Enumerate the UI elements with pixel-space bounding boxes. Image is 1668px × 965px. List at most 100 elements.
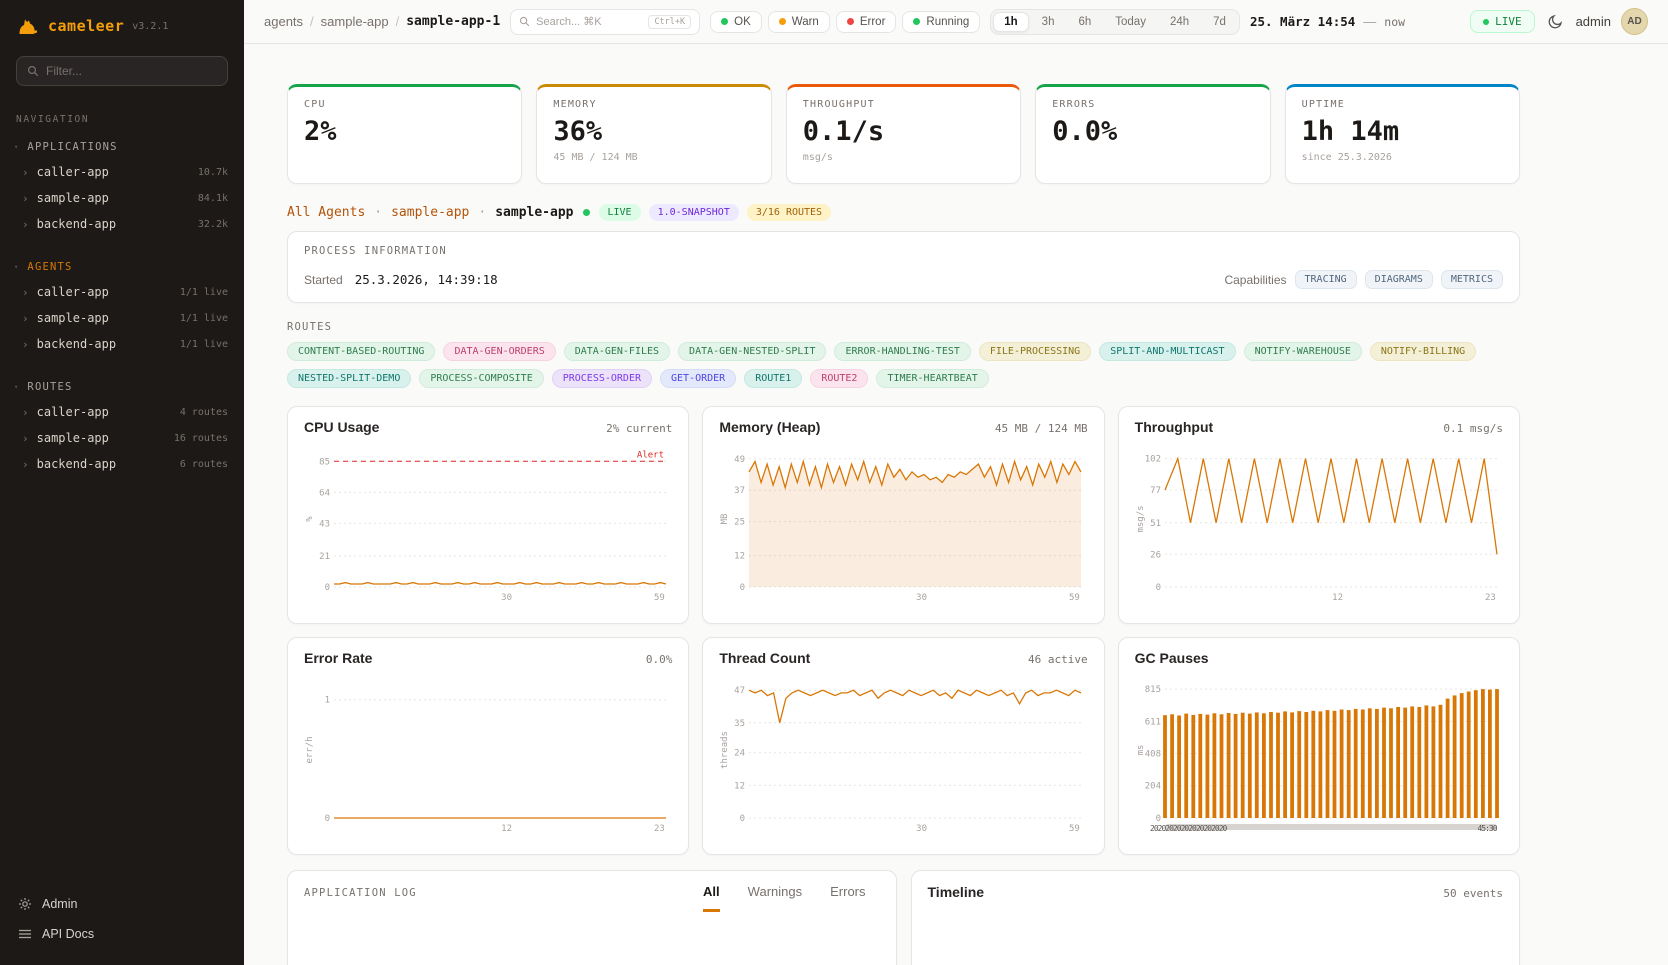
route-chip[interactable]: NESTED-SPLIT-DEMO [287, 369, 411, 388]
timeline-header: Timeline 50 events [928, 884, 1504, 900]
svg-text:102: 102 [1144, 455, 1160, 465]
sidebar-item-count: 16 routes [174, 433, 228, 444]
gear-icon [18, 897, 32, 911]
svg-text:30: 30 [917, 824, 928, 834]
live-indicator[interactable]: LIVE [1470, 10, 1535, 33]
time-range-button[interactable]: 1h [993, 12, 1028, 32]
log-tab[interactable]: Errors [830, 884, 865, 912]
time-range-button[interactable]: Today [1104, 12, 1157, 32]
time-range-selector: 1h 3h 6h Today 24h 7d [990, 9, 1240, 35]
time-range-button[interactable]: 7d [1202, 12, 1237, 32]
stat-value: 0.0% [1052, 116, 1253, 147]
svg-text:Alert: Alert [637, 450, 664, 460]
sidebar-item-route[interactable]: › backend-app 6 routes [0, 451, 244, 477]
sidebar-item-api-docs[interactable]: API Docs [0, 919, 244, 949]
avatar[interactable]: AD [1621, 8, 1648, 35]
breadcrumb-agents[interactable]: agents [264, 14, 303, 29]
all-agents-link[interactable]: All Agents [287, 205, 365, 220]
agent-separator: · [478, 205, 486, 220]
log-tab[interactable]: Warnings [748, 884, 802, 912]
svg-text:ms: ms [1136, 745, 1146, 756]
svg-text:204: 204 [1144, 782, 1160, 792]
svg-text:msg/s: msg/s [1136, 505, 1146, 532]
svg-text:59: 59 [1069, 593, 1080, 603]
svg-text:0: 0 [1155, 814, 1160, 824]
stat-card: CPU 2% [287, 84, 522, 184]
svg-text:20202020202020202020: 20202020202020202020 [1150, 824, 1228, 833]
sidebar-item-application[interactable]: › caller-app 10.7k [0, 159, 244, 185]
chart-title: Error Rate [304, 650, 372, 666]
gc-pauses-chart: 02044086118152020202020202020202045:30ms [1135, 672, 1503, 836]
svg-text:21: 21 [319, 552, 330, 562]
breadcrumb-sample-app[interactable]: sample-app [321, 14, 389, 29]
time-range-button[interactable]: 24h [1159, 12, 1200, 32]
route-chip[interactable]: FILE-PROCESSING [979, 342, 1091, 361]
route-chip[interactable]: GET-ORDER [660, 369, 736, 388]
route-chip[interactable]: ROUTE2 [810, 369, 868, 388]
sidebar-item-route[interactable]: › sample-app 16 routes [0, 425, 244, 451]
sidebar-group-header-applications[interactable]: ▾ APPLICATIONS [0, 135, 244, 159]
route-chip[interactable]: PROCESS-COMPOSITE [419, 369, 543, 388]
log-tab[interactable]: All [703, 884, 720, 912]
process-information-panel: PROCESS INFORMATION Started 25.3.2026, 1… [287, 231, 1520, 303]
sidebar-item-agent[interactable]: › caller-app 1/1 live [0, 279, 244, 305]
cameleer-logo-icon [16, 14, 40, 38]
svg-text:23: 23 [654, 824, 665, 834]
app-logo[interactable]: cameleer v3.2.1 [0, 0, 244, 48]
sidebar-item-admin[interactable]: Admin [0, 889, 244, 919]
navigation-label: NAVIGATION [16, 114, 228, 125]
sidebar-group-header-agents[interactable]: ▾ AGENTS [0, 255, 244, 279]
status-filter-chip[interactable]: Error [836, 11, 897, 33]
sidebar-group-header-routes[interactable]: ▾ ROUTES [0, 375, 244, 399]
route-chip[interactable]: NOTIFY-WAREHOUSE [1244, 342, 1362, 361]
sidebar-item-agent[interactable]: › backend-app 1/1 live [0, 331, 244, 357]
time-range-button[interactable]: 3h [1031, 12, 1066, 32]
route-chip[interactable]: TIMER-HEARTBEAT [876, 369, 988, 388]
time-range-button[interactable]: 6h [1067, 12, 1102, 32]
sidebar-item-label: backend-app [37, 337, 116, 351]
search-input[interactable] [536, 16, 642, 28]
sidebar-filter-input[interactable] [46, 64, 217, 78]
date-range-display[interactable]: 25. März 14:54 — now [1250, 14, 1405, 29]
status-filter-chip[interactable]: Running [902, 11, 980, 33]
status-filter-chip[interactable]: OK [710, 11, 762, 33]
sidebar-item-count: 6 routes [180, 459, 228, 470]
sidebar-item-count: 32.2k [198, 219, 228, 230]
breadcrumb: agents / sample-app / sample-app-1 [264, 14, 500, 29]
sidebar-item-application[interactable]: › backend-app 32.2k [0, 211, 244, 237]
route-chip[interactable]: DATA-GEN-NESTED-SPLIT [678, 342, 826, 361]
chevron-down-icon: ▾ [14, 383, 19, 391]
route-chip[interactable]: SPLIT-AND-MULTICAST [1099, 342, 1235, 361]
status-filter-chip[interactable]: Warn [768, 11, 830, 33]
group-label: AGENTS [27, 261, 72, 273]
breadcrumb-current: sample-app-1 [406, 14, 500, 29]
sidebar-item-application[interactable]: › sample-app 84.1k [0, 185, 244, 211]
sample-app-link[interactable]: sample-app [391, 205, 469, 220]
chevron-down-icon: ▾ [14, 143, 19, 151]
sidebar-item-count: 1/1 live [180, 339, 228, 350]
chevron-right-icon: › [22, 192, 29, 205]
error-rate-chart: 011223err/h [304, 672, 672, 836]
svg-text:12: 12 [1332, 593, 1343, 603]
route-chip[interactable]: DATA-GEN-ORDERS [443, 342, 555, 361]
svg-text:0: 0 [1155, 583, 1160, 593]
app-name: cameleer [48, 17, 124, 35]
sidebar-item-label: backend-app [37, 457, 116, 471]
route-chip[interactable]: ROUTE1 [744, 369, 802, 388]
sidebar-item-route[interactable]: › caller-app 4 routes [0, 399, 244, 425]
breadcrumb-separator: / [396, 14, 400, 29]
dark-mode-toggle[interactable] [1545, 11, 1566, 32]
route-chip[interactable]: NOTIFY-BILLING [1370, 342, 1476, 361]
status-filters: OK Warn Error Running [710, 11, 980, 33]
route-chip[interactable]: ERROR-HANDLING-TEST [834, 342, 970, 361]
admin-label: Admin [42, 897, 77, 911]
route-chip[interactable]: DATA-GEN-FILES [564, 342, 670, 361]
route-chip[interactable]: CONTENT-BASED-ROUTING [287, 342, 435, 361]
chart-current-value: 45 MB / 124 MB [995, 422, 1088, 435]
sidebar-item-count: 1/1 live [180, 313, 228, 324]
routes-section-title: ROUTES [287, 321, 1520, 333]
agent-badge: 1.0-SNAPSHOT [649, 204, 739, 221]
sidebar-item-agent[interactable]: › sample-app 1/1 live [0, 305, 244, 331]
chevron-right-icon: › [22, 218, 29, 231]
route-chip[interactable]: PROCESS-ORDER [552, 369, 652, 388]
